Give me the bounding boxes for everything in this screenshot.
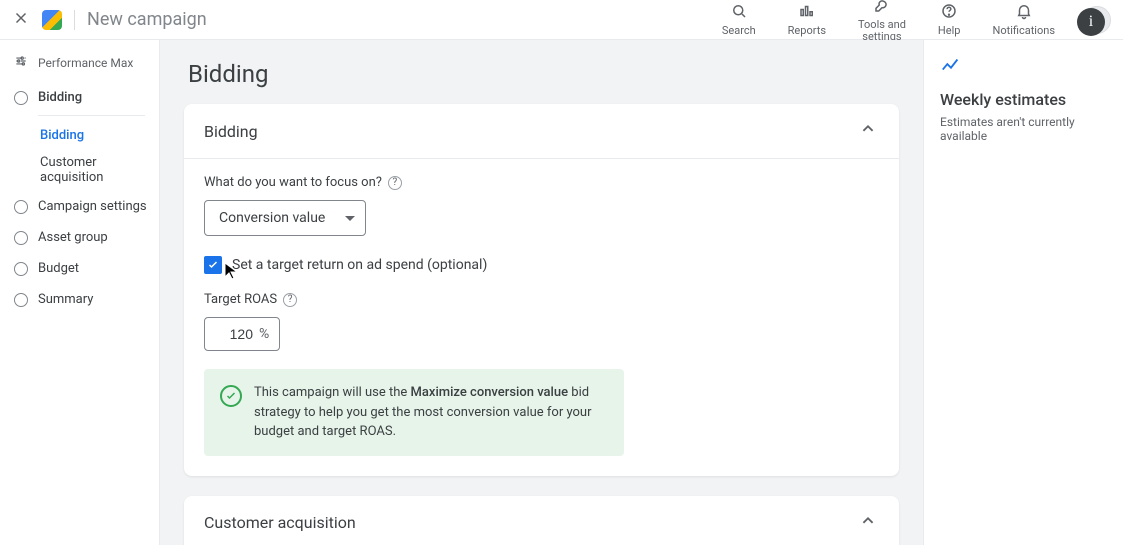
sidebar: Performance Max Bidding Bidding Customer… — [0, 40, 160, 545]
wrench-icon — [873, 0, 891, 17]
set-target-label: Set a target return on ad spend (optiona… — [232, 257, 487, 273]
bidding-card-header[interactable]: Bidding — [184, 104, 899, 159]
chevron-up-icon — [857, 510, 879, 536]
sidebar-sub-label: Bidding — [40, 128, 84, 143]
strategy-info: This campaign will use the Maximize conv… — [204, 369, 624, 456]
sidebar-item-budget[interactable]: Budget — [0, 253, 159, 284]
estimates-rail: Weekly estimates Estimates aren't curren… — [923, 40, 1123, 545]
sidebar-sub-label: Customer acquisition — [40, 155, 103, 185]
page-title: Bidding — [184, 60, 899, 88]
nav-notifications[interactable]: Notifications — [982, 2, 1065, 37]
dropdown-caret-icon — [345, 216, 355, 221]
focus-select-value: Conversion value — [219, 210, 325, 226]
sidebar-sub-bidding[interactable]: Bidding — [0, 122, 159, 149]
customer-acquisition-card: Customer acquisition Optimize campaign f… — [184, 496, 899, 545]
set-target-checkbox[interactable] — [204, 256, 222, 274]
sidebar-group-title-row: Performance Max — [0, 50, 159, 82]
estimates-subtitle: Estimates aren't currently available — [940, 115, 1107, 143]
sidebar-item-bidding[interactable]: Bidding — [0, 82, 159, 113]
nav-search[interactable]: Search — [712, 2, 766, 37]
check-circle-icon — [220, 385, 242, 407]
step-circle-icon — [14, 231, 28, 245]
chevron-up-icon — [857, 118, 879, 144]
close-icon[interactable] — [12, 9, 30, 31]
target-roas-suffix: % — [259, 326, 269, 342]
step-circle-icon — [14, 293, 28, 307]
bidding-card-title: Bidding — [204, 122, 258, 141]
target-roas-label: Target ROAS — [204, 292, 277, 307]
sidebar-sub-customer-acquisition[interactable]: Customer acquisition — [0, 149, 159, 191]
sidebar-item-summary[interactable]: Summary — [0, 284, 159, 315]
trend-line-icon — [940, 54, 1107, 80]
customer-card-title: Customer acquisition — [204, 513, 356, 532]
bidding-card: Bidding What do you want to focus on? ? … — [184, 104, 899, 476]
sidebar-item-label: Summary — [38, 292, 93, 307]
step-circle-icon — [14, 91, 28, 105]
divider — [74, 10, 75, 30]
step-circle-icon — [14, 262, 28, 276]
help-tooltip-icon[interactable]: ? — [283, 293, 297, 307]
estimates-title: Weekly estimates — [940, 90, 1107, 109]
strategy-info-text: This campaign will use the Maximize conv… — [254, 383, 608, 442]
nav-help[interactable]: Help — [928, 2, 971, 37]
help-icon — [940, 2, 958, 23]
focus-label: What do you want to focus on? — [204, 175, 382, 190]
nav-tools[interactable]: Tools and settings — [848, 0, 916, 43]
sidebar-item-label: Budget — [38, 261, 79, 276]
sidebar-group-title: Performance Max — [38, 56, 133, 70]
target-roas-label-row: Target ROAS ? — [204, 292, 879, 307]
info-bubble-icon[interactable]: i — [1077, 8, 1105, 36]
sidebar-item-campaign-settings[interactable]: Campaign settings — [0, 191, 159, 222]
main-content: Bidding Bidding What do you want to focu… — [160, 40, 923, 545]
step-circle-icon — [14, 200, 28, 214]
focus-select[interactable]: Conversion value — [204, 200, 366, 236]
sidebar-item-label: Campaign settings — [38, 199, 147, 214]
target-roas-input[interactable] — [215, 326, 253, 342]
bar-chart-icon — [798, 2, 816, 23]
campaign-title: New campaign — [87, 9, 207, 30]
customer-card-header[interactable]: Customer acquisition — [184, 496, 899, 545]
focus-label-row: What do you want to focus on? ? — [204, 175, 879, 190]
tune-icon — [14, 54, 28, 72]
nav-reports[interactable]: Reports — [778, 2, 836, 37]
sidebar-item-label: Bidding — [38, 90, 82, 105]
divider — [38, 115, 145, 116]
bell-icon — [1015, 2, 1033, 23]
google-ads-logo — [42, 10, 62, 30]
sidebar-item-asset-group[interactable]: Asset group — [0, 222, 159, 253]
sidebar-item-label: Asset group — [38, 230, 108, 245]
search-icon — [730, 2, 748, 23]
target-roas-input-wrap[interactable]: % — [204, 317, 280, 351]
help-tooltip-icon[interactable]: ? — [388, 176, 402, 190]
